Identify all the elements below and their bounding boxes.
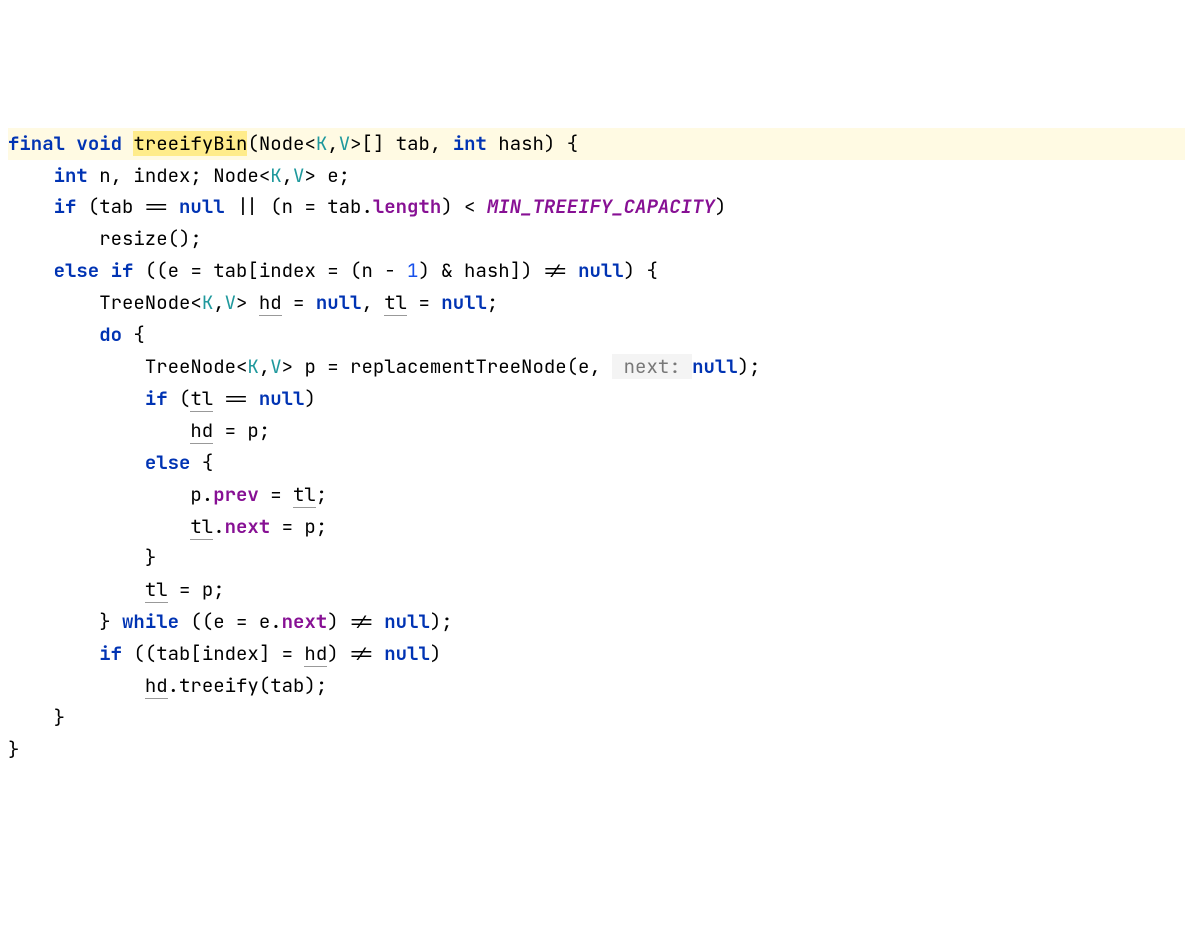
- inline-hint: next:: [612, 354, 692, 379]
- code-line: if ((tab[index] = hd) != null): [8, 641, 441, 667]
- code-line: if (tab == null || (n = tab.length) < MI…: [8, 194, 726, 219]
- keyword-final: final: [8, 131, 65, 156]
- code-line: tl.next = p;: [8, 514, 327, 540]
- code-line: }: [8, 545, 156, 570]
- code-block[interactable]: final void treeifyBin(Node<K,V>[] tab, i…: [0, 128, 1193, 774]
- code-line: tl = p;: [8, 577, 225, 603]
- method-name-highlight: treeifyBin: [133, 131, 247, 156]
- code-line: else {: [8, 450, 213, 475]
- code-line: int n, index; Node<K,V> e;: [8, 163, 350, 188]
- code-line: } while ((e = e.next) != null);: [8, 609, 453, 634]
- code-line: TreeNode<K,V> p = replacementTreeNode(e,…: [8, 354, 760, 379]
- code-line: final void treeifyBin(Node<K,V>[] tab, i…: [8, 128, 1185, 160]
- code-line: hd.treeify(tab);: [8, 673, 327, 699]
- code-line: hd = p;: [8, 418, 270, 444]
- code-line: }: [8, 705, 65, 730]
- code-line: }: [8, 737, 19, 762]
- code-line: TreeNode<K,V> hd = null, tl = null;: [8, 290, 498, 316]
- code-line: p.prev = tl;: [8, 482, 327, 508]
- code-line: resize();: [8, 226, 202, 251]
- keyword-void: void: [76, 131, 122, 156]
- code-line: else if ((e = tab[index = (n - 1) & hash…: [8, 258, 658, 283]
- code-line: do {: [8, 322, 145, 347]
- code-line: if (tl == null): [8, 386, 316, 412]
